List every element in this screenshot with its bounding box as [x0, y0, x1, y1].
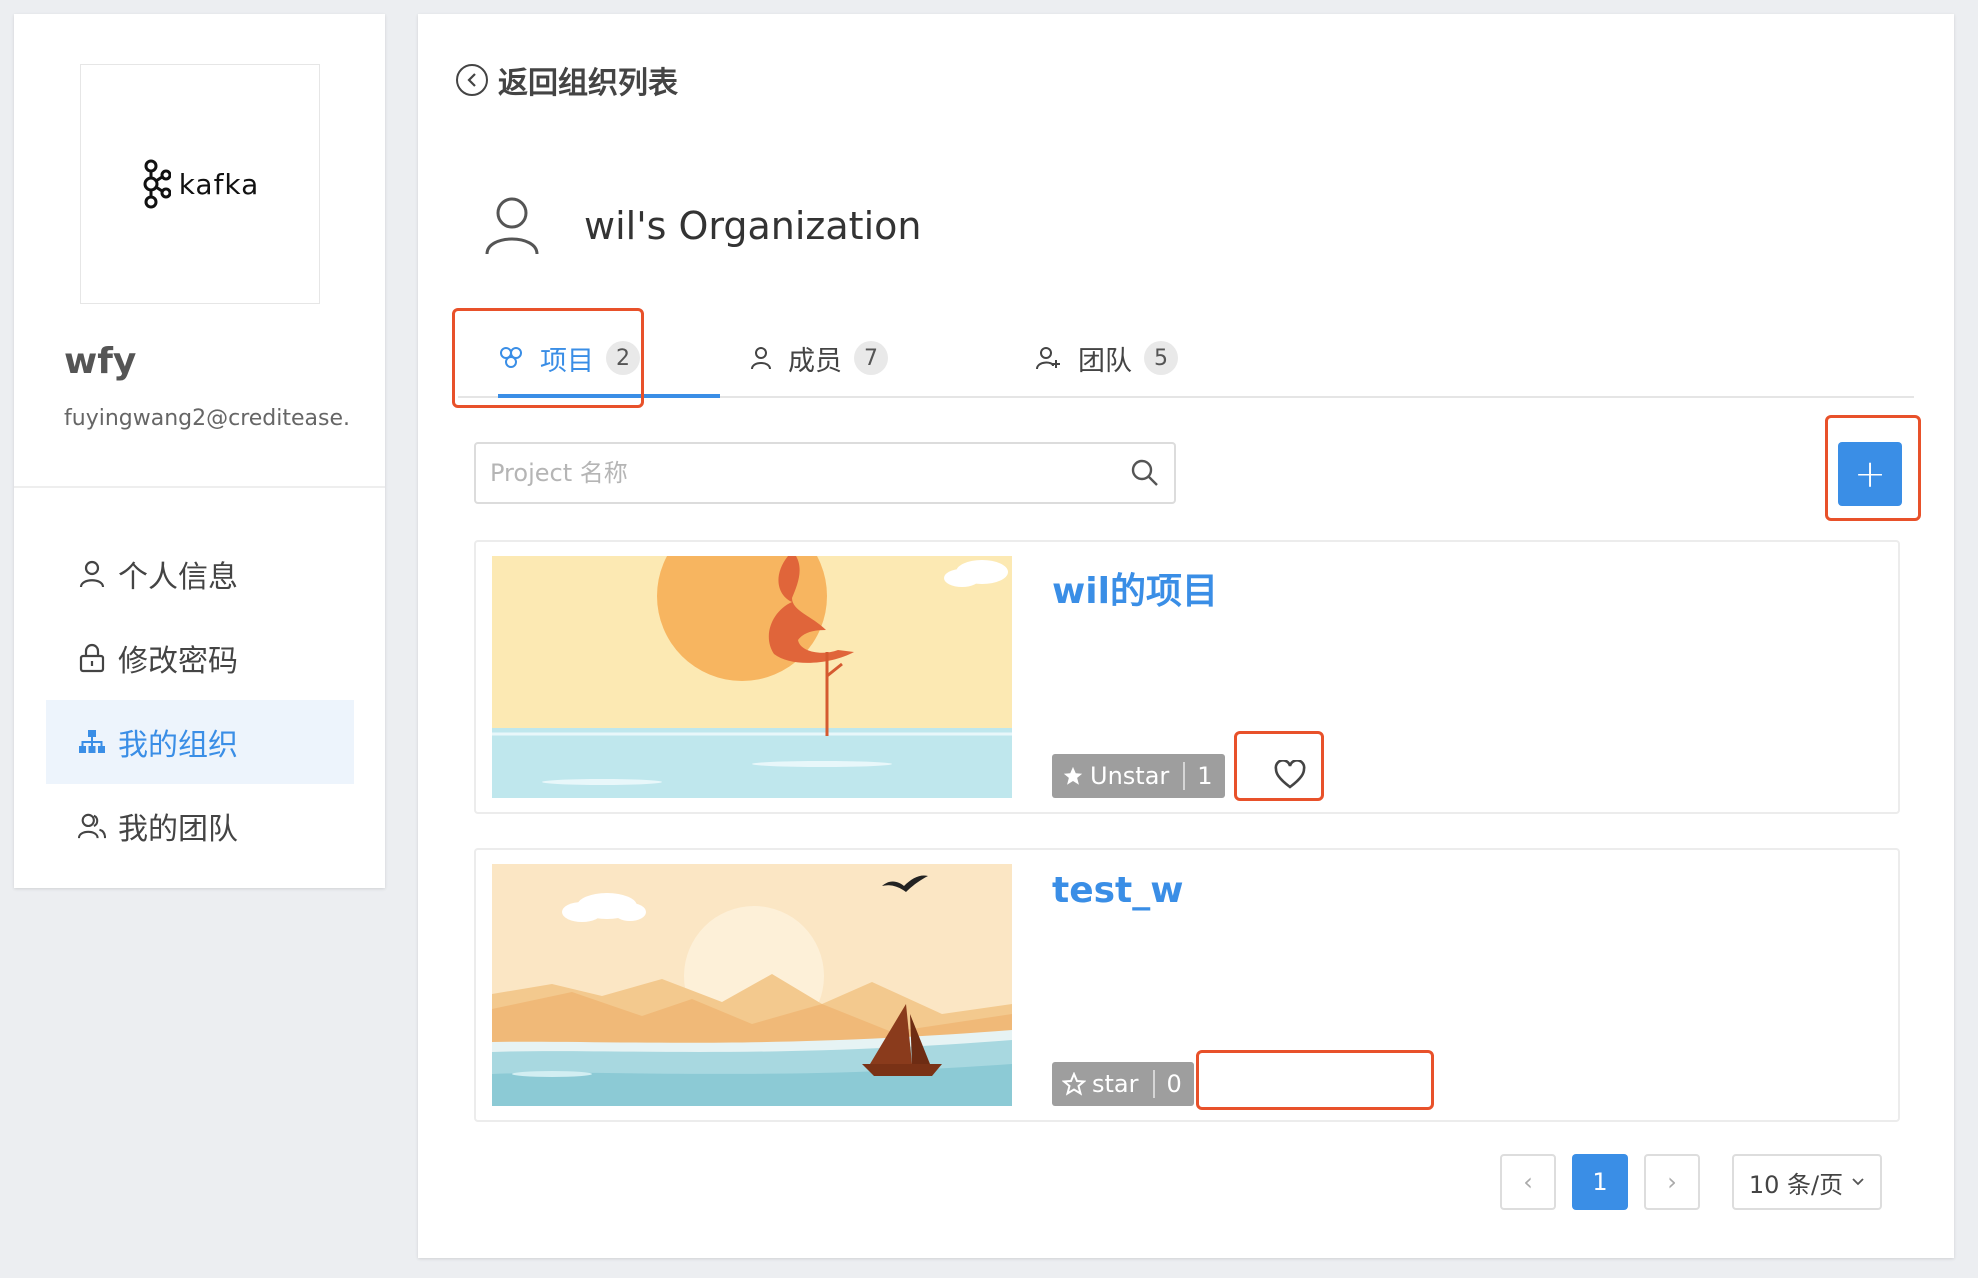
org-header: wil's Organization [484, 196, 921, 256]
menu-item-my-team[interactable]: 我的团队 [46, 784, 354, 868]
logo-text: kafka [178, 167, 260, 201]
search-input[interactable] [476, 444, 1096, 502]
org-tree-icon [78, 728, 106, 756]
star-label-text: star [1092, 1070, 1139, 1098]
org-avatar-icon [485, 197, 539, 255]
tab-label: 团队 [1078, 345, 1132, 377]
menu-item-label: 修改密码 [118, 644, 238, 679]
search-icon[interactable] [1130, 458, 1160, 492]
page-size-value: 10 条/页 [1748, 1170, 1844, 1199]
menu-item-my-organization[interactable]: 我的组织 [46, 700, 354, 784]
tab-count-badge: 2 [606, 341, 640, 375]
back-to-org-list-link[interactable]: 返回组织列表 [456, 58, 678, 102]
heart-icon[interactable] [1274, 760, 1306, 790]
org-tabs: 项目 2 成员 7 团队 5 [458, 320, 1914, 398]
tab-count-badge: 5 [1144, 341, 1178, 375]
lock-icon [78, 643, 106, 673]
project-thumbnail-flamingo[interactable] [492, 556, 1012, 798]
unstar-button[interactable]: Unstar 1 [1052, 754, 1225, 798]
pagination-prev-button[interactable]: ‹ [1500, 1154, 1556, 1210]
star-count: 1 [1197, 762, 1213, 790]
project-name-link[interactable]: test_w [1052, 870, 1184, 911]
sidebar: kafka wfy fuyingwang2@creditease. 个人信息 修… [14, 14, 385, 888]
menu-item-label: 个人信息 [118, 560, 238, 595]
chevron-down-icon [1852, 1178, 1864, 1186]
menu-item-label: 我的团队 [118, 812, 238, 847]
star-button[interactable]: star 0 [1052, 1062, 1194, 1106]
user-name: wfy [64, 341, 137, 382]
tab-count-badge: 7 [854, 341, 888, 375]
star-filled-icon [1063, 766, 1083, 785]
page-size-select[interactable]: 10 条/页 [1732, 1154, 1882, 1210]
org-logo: kafka [80, 64, 320, 304]
add-project-button[interactable]: + [1838, 442, 1902, 506]
sidebar-menu: 个人信息 修改密码 我的组织 我的团队 [46, 532, 354, 868]
team-icon [78, 812, 106, 840]
star-count: 0 [1166, 1070, 1182, 1098]
project-name-link[interactable]: wil的项目 [1052, 562, 1218, 614]
chevron-left-circle-icon [456, 64, 488, 96]
org-title: wil's Organization [584, 204, 922, 248]
project-thumbnail-sailboat[interactable] [492, 864, 1012, 1106]
project-icon [498, 346, 524, 370]
star-label-text: Unstar [1090, 762, 1170, 790]
sidebar-divider [14, 486, 385, 488]
project-search [474, 442, 1176, 504]
project-card: wil的项目 Unstar 1 [474, 540, 1900, 814]
project-card: test_w star 0 [474, 848, 1900, 1122]
tab-teams[interactable]: 团队 5 [1036, 320, 1178, 396]
user-icon [78, 560, 106, 588]
user-email: fuyingwang2@creditease. [64, 406, 351, 431]
tab-label: 成员 [788, 345, 842, 377]
menu-item-change-password[interactable]: 修改密码 [46, 616, 354, 700]
main-panel: 返回组织列表 wil's Organization 项目 2 成员 7 团队 5 [418, 14, 1954, 1258]
team-add-icon [1036, 346, 1062, 370]
active-tab-indicator [498, 394, 720, 398]
star-outline-icon [1062, 1072, 1086, 1096]
back-label: 返回组织列表 [498, 66, 678, 101]
kafka-logo-icon [143, 159, 171, 209]
tab-projects[interactable]: 项目 2 [498, 320, 640, 396]
member-icon [750, 346, 772, 370]
menu-item-profile[interactable]: 个人信息 [46, 532, 354, 616]
tab-label: 项目 [540, 345, 594, 377]
menu-item-label: 我的组织 [118, 728, 238, 763]
tab-members[interactable]: 成员 7 [750, 320, 888, 396]
pagination-page-1[interactable]: 1 [1572, 1154, 1628, 1210]
pagination-next-button[interactable]: › [1644, 1154, 1700, 1210]
